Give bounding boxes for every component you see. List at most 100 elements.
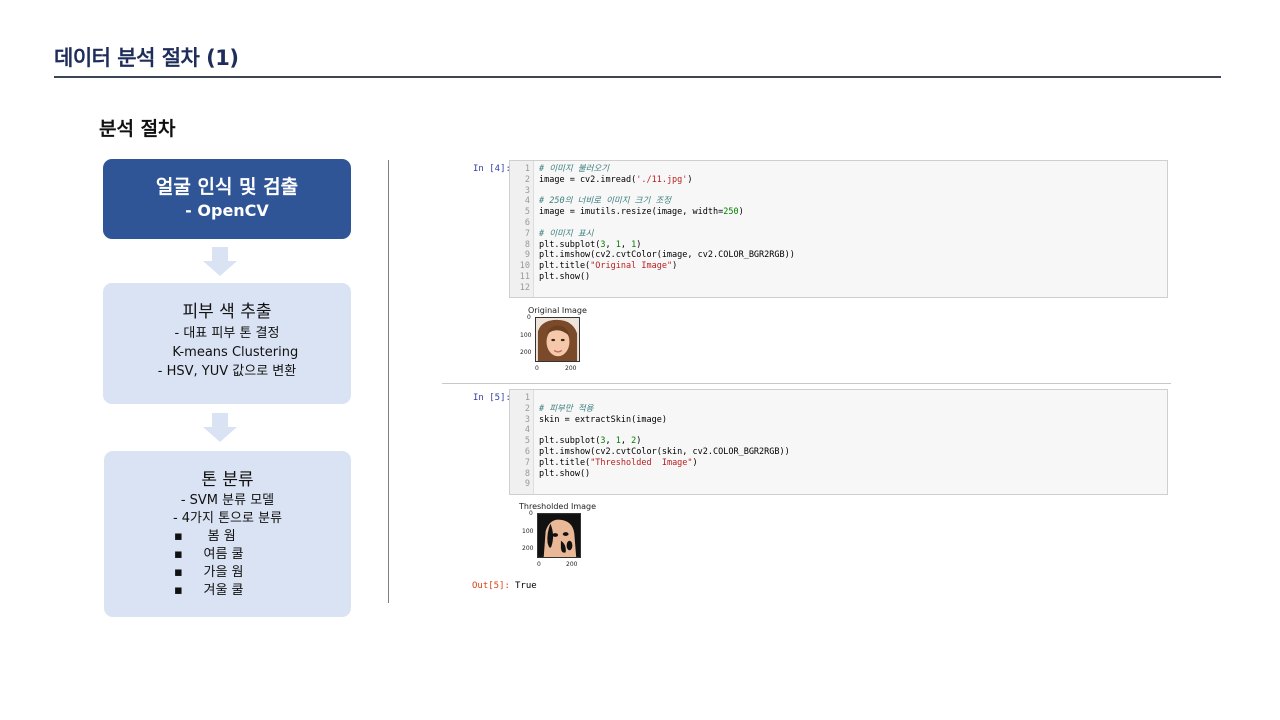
bullet-icon: ▪: [174, 565, 183, 580]
line-number: 7: [524, 228, 530, 239]
step-skin-extraction: 피부 색 추출 - 대표 피부 톤 결정 K-means Clustering …: [103, 283, 351, 404]
line-number: 3: [524, 414, 530, 425]
code-line[interactable]: 2 # 피부만 적용: [510, 404, 1167, 415]
line-number: 9: [524, 479, 530, 490]
step-title: 피부 색 추출: [182, 302, 272, 322]
line-number: 9: [524, 250, 530, 261]
code-line[interactable]: 9: [510, 479, 1167, 490]
step-title: 얼굴 인식 및 검출: [155, 176, 299, 198]
step-detail: - SVM 분류 모델: [180, 493, 275, 508]
code-text: plt.imshow(cv2.cvtColor(image, cv2.COLOR…: [539, 250, 795, 261]
tone-bullet: ▪ 봄 웜: [174, 529, 236, 544]
line-number: 4: [524, 196, 530, 207]
code-line[interactable]: 10 plt.title("Original Image"): [510, 261, 1167, 272]
line-number: 5: [524, 207, 530, 218]
line-number: 12: [519, 282, 530, 293]
y-tick: 100: [520, 332, 532, 339]
step-detail: K-means Clustering: [155, 345, 299, 360]
code-text: plt.title("Original Image"): [539, 261, 678, 272]
step-title: 톤 분류: [201, 470, 254, 490]
original-image: [535, 317, 580, 362]
plot-title: Original Image: [528, 306, 587, 315]
code-line[interactable]: 6 plt.imshow(cv2.cvtColor(skin, cv2.COLOR…: [510, 447, 1167, 458]
line-number: 7: [524, 457, 530, 468]
step-detail: - 4가지 톤으로 분류: [172, 511, 283, 526]
code-text: skin = extractSkin(image): [539, 414, 667, 425]
bullet-icon: ▪: [174, 583, 183, 598]
code-text: plt.imshow(cv2.cvtColor(skin, cv2.COLOR_…: [539, 447, 790, 457]
code-text: plt.show(): [539, 468, 591, 479]
tone-bullet: ▪ 가을 웜: [174, 565, 244, 580]
tone-bullet: ▪ 여름 쿨: [174, 547, 244, 562]
code-line[interactable]: 1: [510, 393, 1167, 404]
y-tick: 200: [520, 349, 532, 356]
down-arrow-icon: [203, 247, 237, 277]
thresholded-image: [537, 513, 581, 558]
line-number: 3: [524, 185, 530, 196]
face-image: [536, 318, 579, 361]
tone-bullet: ▪ 겨울 쿨: [174, 583, 244, 598]
code-text: # 250의 너비로 이미지 크기 조정: [539, 196, 672, 207]
code-line[interactable]: 7 plt.title("Thresholded Image"): [510, 458, 1167, 469]
line-number: 6: [524, 218, 530, 228]
y-tick: 100: [522, 528, 534, 535]
code-text: # 이미지 표시: [539, 228, 594, 239]
code-line[interactable]: 11 plt.show(): [510, 272, 1167, 283]
code-text: image = imutils.resize(image, width=250): [539, 207, 744, 218]
y-tick: 200: [522, 545, 534, 552]
code-line[interactable]: 6: [510, 218, 1167, 229]
code-text: plt.show(): [539, 272, 591, 282]
code-line[interactable]: 7 # 이미지 표시: [510, 229, 1167, 240]
code-line[interactable]: 1 # 이미지 불러오기: [510, 164, 1167, 175]
skin-mask-image: [538, 514, 580, 557]
code-line[interactable]: 2 image = cv2.imread('./11.jpg'): [510, 175, 1167, 186]
code-line[interactable]: 8 plt.show(): [510, 469, 1167, 480]
section-title: 분석 절차: [99, 118, 176, 140]
x-tick: 0: [537, 561, 541, 568]
line-number: 8: [524, 468, 530, 479]
output-value: True: [515, 581, 537, 591]
input-prompt: In [5]:: [473, 393, 511, 403]
code-line[interactable]: 5 image = imutils.resize(image, width=250…: [510, 207, 1167, 218]
step-tone-classification: 톤 분류 - SVM 분류 모델 - 4가지 톤으로 분류 ▪ 봄 웜 ▪ 여름…: [104, 451, 351, 617]
slide-title: 데이터 분석 절차 (1): [54, 46, 239, 70]
step-subtitle: - OpenCV: [185, 201, 269, 220]
code-line[interactable]: 12: [510, 283, 1167, 294]
code-line[interactable]: 4: [510, 425, 1167, 436]
code-line[interactable]: 4 # 250의 너비로 이미지 크기 조정: [510, 196, 1167, 207]
code-cell[interactable]: 1 2 # 피부만 적용 3 skin = extractSkin(image) 4 5 pl…: [509, 389, 1168, 495]
line-number: 1: [524, 164, 530, 174]
title-divider: [54, 76, 1221, 78]
line-number: 2: [524, 403, 530, 414]
bullet-icon: ▪: [174, 547, 183, 562]
code-cell[interactable]: 1 # 이미지 불러오기 2 image = cv2.imread('./11.jpg…: [509, 160, 1168, 298]
down-arrow-icon: [203, 413, 237, 443]
line-number: 6: [524, 447, 530, 457]
code-text: # 피부만 적용: [539, 403, 594, 414]
step-detail: - HSV, YUV 값으로 변환: [157, 364, 297, 379]
code-text: plt.subplot(3, 1, 2): [539, 436, 642, 447]
line-number: 1: [524, 393, 530, 403]
code-line[interactable]: 9 plt.imshow(cv2.cvtColor(image, cv2.COLO…: [510, 250, 1167, 261]
bullet-icon: ▪: [174, 529, 183, 544]
step-detail: - 대표 피부 톤 결정: [174, 326, 280, 341]
code-text: image = cv2.imread('./11.jpg'): [539, 174, 693, 185]
code-line[interactable]: 3 skin = extractSkin(image): [510, 415, 1167, 426]
code-line[interactable]: 3: [510, 186, 1167, 197]
code-line[interactable]: 5 plt.subplot(3, 1, 2): [510, 436, 1167, 447]
input-prompt: In [4]:: [473, 164, 511, 174]
y-tick: 0: [527, 314, 531, 321]
x-tick: 200: [565, 365, 577, 372]
line-number: 8: [524, 239, 530, 250]
output-prompt: Out[5]:: [472, 581, 510, 591]
line-number: 4: [524, 425, 530, 436]
step-face-detection: 얼굴 인식 및 검출 - OpenCV: [103, 159, 351, 239]
code-text: plt.title("Thresholded Image"): [539, 457, 698, 468]
code-text: # 이미지 불러오기: [539, 164, 610, 174]
x-tick: 0: [535, 365, 539, 372]
vertical-divider: [388, 160, 389, 603]
x-tick: 200: [566, 561, 578, 568]
code-line[interactable]: 8 plt.subplot(3, 1, 1): [510, 240, 1167, 251]
line-number: 5: [524, 436, 530, 447]
line-number: 10: [519, 261, 530, 272]
